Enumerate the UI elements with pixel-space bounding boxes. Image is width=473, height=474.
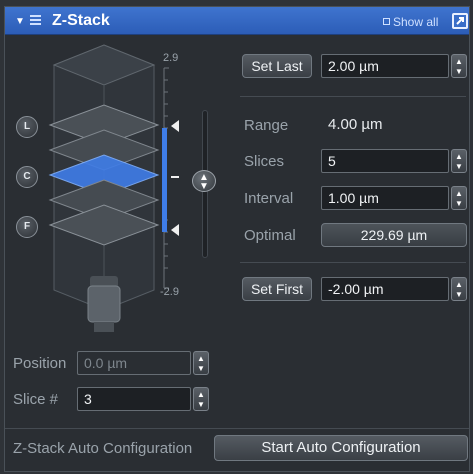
- position-field: 0.0 µm: [77, 351, 191, 375]
- interval-label: Interval: [244, 190, 294, 207]
- show-all-label: Show all: [393, 15, 439, 29]
- separator: [240, 262, 466, 263]
- position-label: Position: [13, 355, 67, 372]
- slice-number-spinner[interactable]: ▲ ▼: [193, 387, 209, 411]
- show-all-checkbox-icon[interactable]: [383, 18, 390, 25]
- show-all-toggle[interactable]: Show all: [383, 15, 438, 29]
- undock-icon[interactable]: [451, 12, 469, 30]
- set-last-button[interactable]: Set Last: [242, 54, 312, 78]
- start-auto-config-button[interactable]: Start Auto Configuration: [214, 435, 468, 461]
- collapse-arrow-icon[interactable]: ▼: [15, 16, 25, 27]
- range-max-label: 2.9: [163, 52, 179, 64]
- range-label: Range: [244, 117, 289, 134]
- range-min-label: -2.9: [160, 286, 179, 298]
- range-value: 4.00 µm: [328, 116, 383, 133]
- interval-field[interactable]: 1.00 µm: [321, 186, 449, 210]
- last-marker-icon: [171, 120, 179, 132]
- last-position-spinner[interactable]: ▲ ▼: [451, 54, 467, 78]
- grip-icon: [30, 15, 41, 27]
- zstack-panel: ▼ Z-Stack Show all 2.9 -2.9 L C F ▲ ▼ Se…: [0, 0, 473, 474]
- interval-spinner[interactable]: ▲ ▼: [451, 186, 467, 210]
- current-marker: [171, 176, 179, 178]
- separator: [240, 96, 466, 97]
- focus-slider-knob[interactable]: ▲ ▼: [192, 170, 216, 192]
- panel-title: Z-Stack: [52, 12, 110, 29]
- first-position-spinner[interactable]: ▲ ▼: [451, 277, 467, 301]
- go-last-button[interactable]: L: [16, 116, 38, 138]
- first-marker-icon: [171, 224, 179, 236]
- position-spinner: ▲ ▼: [193, 351, 209, 375]
- slice-number-field[interactable]: 3: [77, 387, 191, 411]
- slices-field[interactable]: 5: [321, 149, 449, 173]
- panel-header[interactable]: ▼ Z-Stack Show all: [5, 7, 469, 35]
- range-bar: [162, 128, 167, 232]
- go-center-button[interactable]: C: [16, 166, 38, 188]
- slice-number-label: Slice #: [13, 391, 59, 408]
- first-position-field[interactable]: -2.00 µm: [321, 277, 449, 301]
- optimal-button[interactable]: 229.69 µm: [321, 223, 467, 247]
- objective-icon: [87, 276, 121, 332]
- slices-spinner[interactable]: ▲ ▼: [451, 149, 467, 173]
- last-position-field[interactable]: 2.00 µm: [321, 54, 449, 78]
- go-first-button[interactable]: F: [16, 216, 38, 238]
- optimal-label: Optimal: [244, 227, 296, 244]
- slices-label: Slices: [244, 153, 285, 170]
- set-first-button[interactable]: Set First: [242, 277, 312, 301]
- auto-config-label: Z-Stack Auto Configuration: [13, 440, 193, 457]
